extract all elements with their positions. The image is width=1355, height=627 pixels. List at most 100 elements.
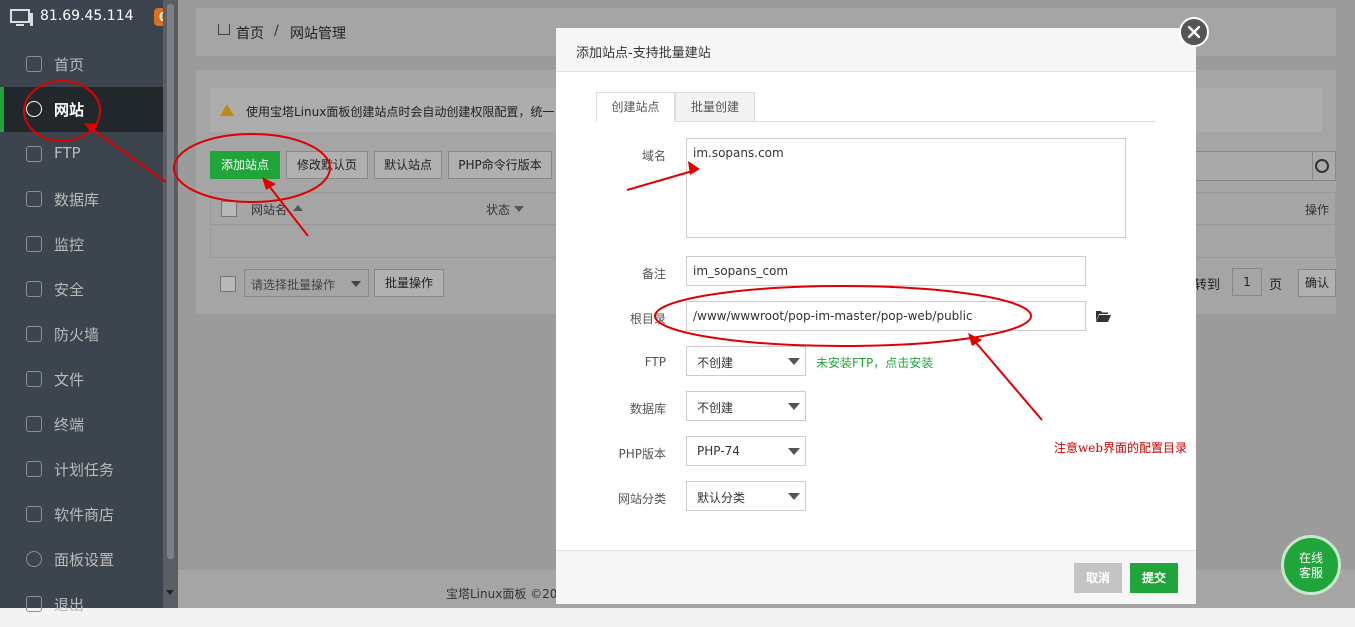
chevron-down-icon <box>788 493 800 500</box>
add-site-dialog: 添加站点-支持批量建站 创建站点 批量创建 域名 im.sopans.com 备… <box>556 28 1196 604</box>
breadcrumb-home[interactable]: 首页 <box>236 23 264 43</box>
close-button[interactable] <box>1179 17 1209 47</box>
sidebar-item-terminal[interactable]: 终端 <box>0 402 163 447</box>
ftp-install-link[interactable]: 未安装FTP，点击安装 <box>816 354 933 371</box>
active-indicator <box>0 87 4 132</box>
pager-goto: 转到 <box>1194 278 1221 293</box>
footer-text: 宝塔Linux面板 ©20 <box>446 587 558 601</box>
site-category-label: 网站分类 <box>617 492 666 506</box>
sidebar-item-label: 防火墙 <box>54 326 100 344</box>
submit-button[interactable]: 提交 <box>1130 563 1178 593</box>
tab-underline <box>755 121 1156 122</box>
remark-input[interactable]: im_sopans_com <box>686 256 1086 286</box>
add-site-button[interactable]: 添加站点 <box>210 151 280 179</box>
domain-textarea[interactable]: im.sopans.com <box>686 138 1126 238</box>
chevron-down-icon <box>788 358 800 365</box>
column-status[interactable]: 状态 <box>486 201 510 218</box>
search-box[interactable]: 注 <box>1176 151 1336 181</box>
terminal-icon <box>26 416 42 432</box>
php-version-select[interactable]: PHP-74 <box>686 436 806 466</box>
sort-icon <box>514 206 524 212</box>
chevron-down-icon <box>788 448 800 455</box>
annotation-text: 注意web界面的配置目录 <box>1054 441 1188 455</box>
database-select[interactable]: 不创建 <box>686 391 806 421</box>
breadcrumb-separator: / <box>274 23 279 39</box>
dialog-footer: 取消 提交 <box>556 550 1196 604</box>
batch-operate-button[interactable]: 批量操作 <box>374 269 444 297</box>
site-category-select[interactable]: 默认分类 <box>686 481 806 511</box>
search-icon[interactable] <box>1312 152 1313 180</box>
sidebar-item-store[interactable]: 软件商店 <box>0 492 163 537</box>
sidebar-item-cron[interactable]: 计划任务 <box>0 447 163 492</box>
site-category-value: 默认分类 <box>697 491 746 505</box>
modify-default-page-button[interactable]: 修改默认页 <box>286 151 368 179</box>
sidebar-item-label: 软件商店 <box>54 506 115 524</box>
tab-create-site[interactable]: 创建站点 <box>596 92 675 122</box>
sidebar-item-home[interactable]: 首页 <box>0 42 163 87</box>
breadcrumb-current: 网站管理 <box>290 26 346 42</box>
sidebar-item-label: 文件 <box>54 371 85 389</box>
sidebar: 81.69.45.114 0 首页 网站 FTP 数据库 监控 安全 防火墙 文… <box>0 0 172 614</box>
sidebar-item-security[interactable]: 安全 <box>0 267 163 312</box>
remark-label: 备注 <box>641 267 666 281</box>
server-ip: 81.69.45.114 <box>40 8 134 24</box>
root-dir-input[interactable]: /www/wwwroot/pop-im-master/pop-web/publi… <box>686 301 1086 331</box>
sidebar-item-files[interactable]: 文件 <box>0 357 163 402</box>
database-select-value: 不创建 <box>697 401 734 415</box>
column-operations: 操作 <box>1305 203 1330 217</box>
chart-icon <box>26 236 42 252</box>
sidebar-item-website[interactable]: 网站 <box>0 87 163 132</box>
dialog-header: 添加站点-支持批量建站 <box>556 28 1196 72</box>
home-icon <box>26 56 42 72</box>
sidebar-item-label: 首页 <box>54 56 85 74</box>
globe-icon <box>26 101 42 117</box>
folder-open-icon[interactable] <box>1096 310 1111 322</box>
support-line-2: 客服 <box>1298 566 1323 580</box>
sidebar-item-label: 网站 <box>54 101 85 119</box>
firewall-icon <box>26 326 42 342</box>
page-input[interactable]: 1 <box>1232 268 1262 296</box>
sidebar-scrollbar[interactable] <box>163 0 178 608</box>
tab-batch-create[interactable]: 批量创建 <box>675 92 755 122</box>
sidebar-item-ftp[interactable]: FTP <box>0 132 163 177</box>
sidebar-item-database[interactable]: 数据库 <box>0 177 163 222</box>
batch-select[interactable]: 请选择批量操作 <box>244 269 369 297</box>
ftp-icon <box>26 146 42 162</box>
php-version-value: PHP-74 <box>697 444 740 458</box>
pager-confirm-button[interactable]: 确认 <box>1298 269 1336 297</box>
logout-icon <box>26 596 42 612</box>
notice-text: 使用宝塔Linux面板创建站点时会自动创建权限配置，统一 <box>246 105 555 119</box>
sidebar-item-logout[interactable]: 退出 <box>0 582 163 627</box>
magnifier <box>1315 159 1329 173</box>
sidebar-item-settings[interactable]: 面板设置 <box>0 537 163 582</box>
ftp-label: FTP <box>644 355 666 369</box>
sidebar-item-label: 面板设置 <box>54 551 115 569</box>
sidebar-item-monitor[interactable]: 监控 <box>0 222 163 267</box>
cancel-button[interactable]: 取消 <box>1074 563 1122 593</box>
domain-label: 域名 <box>641 149 666 163</box>
chevron-down-icon <box>788 403 800 410</box>
sidebar-item-firewall[interactable]: 防火墙 <box>0 312 163 357</box>
dialog-title: 添加站点-支持批量建站 <box>576 46 711 61</box>
database-label: 数据库 <box>629 402 666 416</box>
sidebar-item-label: 安全 <box>54 281 85 299</box>
calendar-icon <box>26 461 42 477</box>
default-site-button[interactable]: 默认站点 <box>374 151 442 179</box>
root-dir-label: 根目录 <box>629 312 666 326</box>
sidebar-item-label: 数据库 <box>54 191 100 209</box>
batch-checkbox[interactable] <box>220 276 236 292</box>
ftp-select-value: 不创建 <box>697 356 734 370</box>
online-support-button[interactable]: 在线 客服 <box>1281 535 1341 595</box>
folder-icon <box>26 371 42 387</box>
ftp-select[interactable]: 不创建 <box>686 346 806 376</box>
column-site-name[interactable]: 网站名 <box>251 201 287 218</box>
home-icon <box>218 24 230 35</box>
monitor-icon <box>10 9 33 26</box>
sidebar-item-label: 计划任务 <box>54 461 115 479</box>
shield-icon <box>26 281 42 297</box>
pager-unit: 页 <box>1269 278 1283 293</box>
warning-icon <box>220 104 234 116</box>
php-cli-button[interactable]: PHP命令行版本 <box>448 151 552 179</box>
sort-icon <box>293 205 303 211</box>
select-all-checkbox[interactable] <box>221 201 237 217</box>
